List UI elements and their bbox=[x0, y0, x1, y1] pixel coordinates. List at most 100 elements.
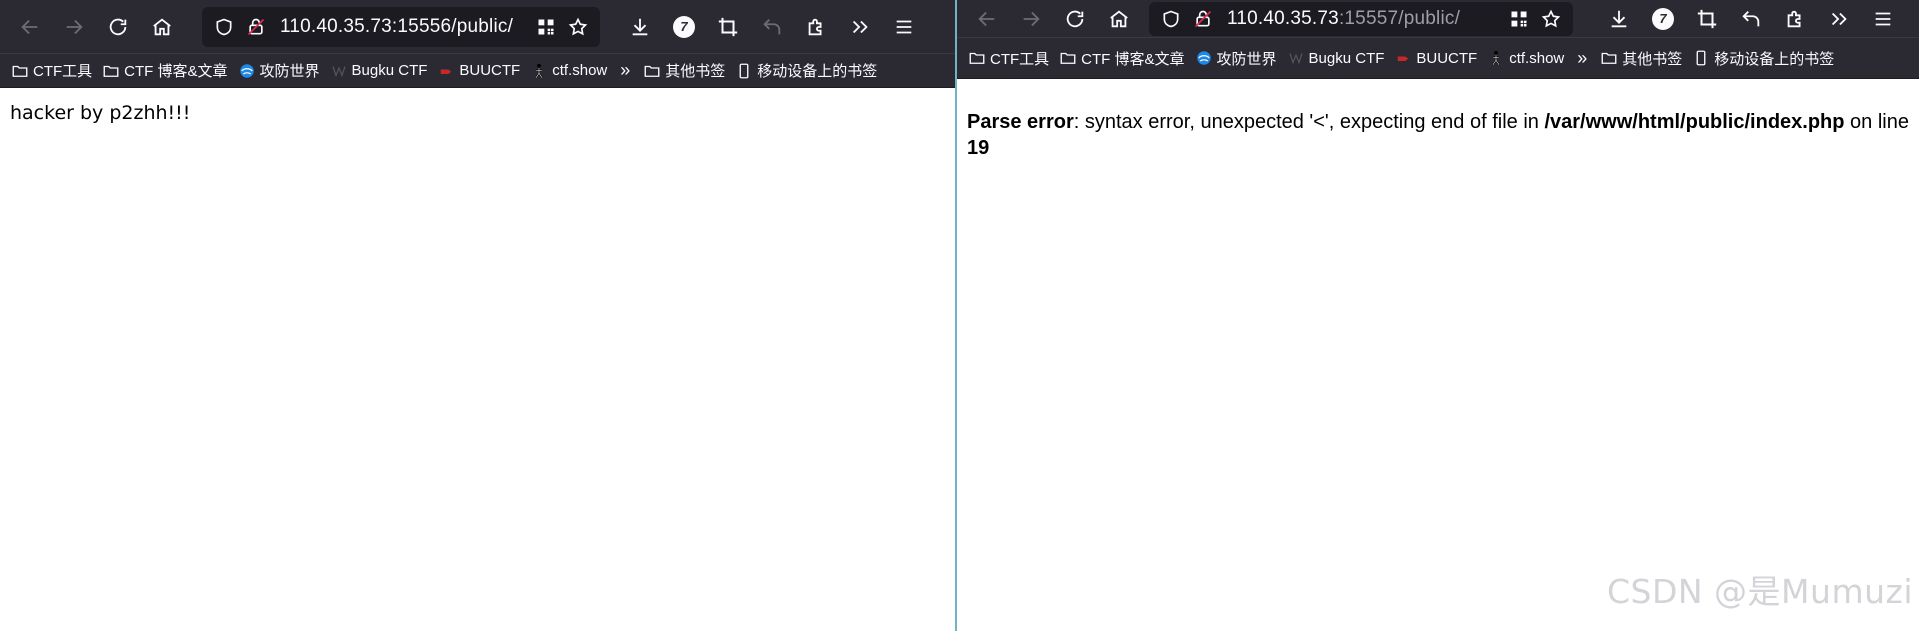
undo-icon bbox=[763, 18, 781, 34]
bookmark-bugku[interactable]: Bugku CTF bbox=[1282, 44, 1390, 72]
buuctf-logo-icon bbox=[437, 62, 455, 80]
arrow-right-icon bbox=[1023, 11, 1040, 26]
bookmark-ctf-blogs[interactable]: CTF 博客&文章 bbox=[97, 57, 232, 85]
insecure-lock-icon[interactable] bbox=[240, 11, 272, 43]
screenshot-button[interactable] bbox=[706, 7, 750, 47]
bookmark-adworld[interactable]: 攻防世界 bbox=[233, 57, 325, 85]
bookmark-label: 移动设备上的书签 bbox=[757, 63, 878, 80]
bookmark-buuctf[interactable]: BUUCTF bbox=[432, 57, 525, 85]
overflow-button[interactable] bbox=[838, 7, 882, 47]
bugku-logo-icon bbox=[1287, 49, 1305, 67]
menu-button[interactable] bbox=[1861, 0, 1905, 39]
ctfshow-logo-icon bbox=[530, 62, 548, 80]
extensions-button[interactable] bbox=[794, 7, 838, 47]
bookmark-label: CTF工具 bbox=[33, 63, 93, 80]
extension-badge-button[interactable]: 7 bbox=[1641, 0, 1685, 39]
reload-icon bbox=[109, 18, 127, 35]
address-bar[interactable]: 110.40.35.73:15556/public/ bbox=[202, 6, 600, 47]
extension-badge-button[interactable]: 7 bbox=[662, 7, 706, 47]
mobile-icon bbox=[735, 62, 753, 80]
url-text[interactable]: 110.40.35.73:15557/public/ bbox=[1219, 8, 1503, 30]
browser-window-right: 110.40.35.73:15557/public/ 7 CTF工具 CTF 博… bbox=[957, 0, 1919, 631]
qr-code-icon[interactable] bbox=[530, 11, 562, 43]
hamburger-icon bbox=[1875, 12, 1891, 25]
menu-button[interactable] bbox=[882, 7, 926, 47]
bookmark-other[interactable]: 其他书签 bbox=[1595, 44, 1687, 72]
bookmark-label: CTF 博客&文章 bbox=[1081, 50, 1185, 68]
nav-toolbar: 110.40.35.73:15557/public/ 7 bbox=[957, 0, 1919, 37]
home-button[interactable] bbox=[140, 7, 184, 47]
folder-icon bbox=[643, 62, 661, 80]
bookmark-mobile[interactable]: 移动设备上的书签 bbox=[730, 57, 882, 85]
back-button[interactable] bbox=[8, 7, 52, 47]
bookmark-label: 其他书签 bbox=[665, 63, 726, 80]
folder-icon bbox=[1059, 49, 1077, 67]
double-chevron-icon bbox=[852, 20, 868, 33]
home-button[interactable] bbox=[1097, 0, 1141, 39]
bookmark-label: Bugku CTF bbox=[351, 62, 428, 79]
bookmark-adworld[interactable]: 攻防世界 bbox=[1190, 44, 1282, 72]
download-icon bbox=[632, 18, 648, 35]
bookmark-label: 攻防世界 bbox=[259, 63, 320, 80]
download-icon bbox=[1611, 10, 1627, 27]
reload-button[interactable] bbox=[1053, 0, 1097, 39]
url-host: 110.40.35.73:15556/public/ bbox=[280, 15, 514, 37]
bookmark-ctf-tools[interactable]: CTF工具 bbox=[963, 44, 1054, 72]
reload-button[interactable] bbox=[96, 7, 140, 47]
bookmarks-overflow-button[interactable]: » bbox=[612, 57, 638, 85]
bookmark-bugku[interactable]: Bugku CTF bbox=[325, 57, 433, 85]
crop-icon bbox=[718, 17, 738, 36]
extension-badge: 7 bbox=[1652, 7, 1674, 30]
qr-code-icon[interactable] bbox=[1503, 3, 1535, 35]
downloads-button[interactable] bbox=[618, 7, 662, 47]
bookmark-label: 其他书签 bbox=[1622, 50, 1683, 68]
url-text[interactable]: 110.40.35.73:15556/public/ bbox=[272, 16, 530, 38]
downloads-button[interactable] bbox=[1597, 0, 1641, 39]
page-content: Parse error: syntax error, unexpected '<… bbox=[957, 79, 1919, 175]
star-bookmark-icon[interactable] bbox=[1535, 3, 1567, 35]
bookmark-label: ctf.show bbox=[552, 62, 608, 79]
shield-icon[interactable] bbox=[208, 11, 240, 43]
bookmark-ctfshow[interactable]: ctf.show bbox=[525, 57, 612, 85]
bookmark-label: ctf.show bbox=[1509, 49, 1565, 67]
puzzle-icon bbox=[1787, 10, 1801, 27]
arrow-right-icon bbox=[66, 19, 83, 34]
globe-logo-icon bbox=[1195, 49, 1213, 67]
forward-button[interactable] bbox=[1009, 0, 1053, 39]
undo-button[interactable] bbox=[1729, 0, 1773, 39]
browser-window-left: 110.40.35.73:15556/public/ 7 CTF工具 CTF 博… bbox=[0, 0, 955, 631]
hamburger-icon bbox=[896, 20, 912, 33]
arrow-left-icon bbox=[21, 19, 38, 34]
bookmark-ctfshow[interactable]: ctf.show bbox=[1482, 44, 1569, 72]
folder-icon bbox=[968, 49, 986, 67]
bookmarks-overflow-button[interactable]: » bbox=[1569, 44, 1595, 72]
extensions-button[interactable] bbox=[1773, 0, 1817, 39]
shield-icon[interactable] bbox=[1155, 3, 1187, 35]
undo-icon bbox=[1742, 10, 1760, 26]
arrow-left-icon bbox=[978, 11, 995, 26]
bookmark-mobile[interactable]: 移动设备上的书签 bbox=[1687, 44, 1839, 72]
bookmark-label: 攻防世界 bbox=[1216, 50, 1277, 68]
undo-button[interactable] bbox=[750, 7, 794, 47]
url-path: :15557/public/ bbox=[1338, 7, 1461, 29]
mobile-icon bbox=[1692, 49, 1710, 67]
nav-toolbar: 110.40.35.73:15556/public/ 7 bbox=[0, 0, 955, 53]
screenshot-button[interactable] bbox=[1685, 0, 1729, 39]
bookmarks-bar: CTF工具 CTF 博客&文章 攻防世界 Bugku CTF BUUCTF ct… bbox=[957, 37, 1919, 79]
bookmark-ctf-blogs[interactable]: CTF 博客&文章 bbox=[1054, 44, 1189, 72]
folder-icon bbox=[1600, 49, 1618, 67]
star-bookmark-icon[interactable] bbox=[562, 11, 594, 43]
insecure-lock-icon[interactable] bbox=[1187, 3, 1219, 35]
forward-button[interactable] bbox=[52, 7, 96, 47]
puzzle-icon bbox=[808, 18, 822, 35]
error-file: /var/www/html/public/index.php bbox=[1544, 111, 1845, 133]
bookmark-buuctf[interactable]: BUUCTF bbox=[1389, 44, 1482, 72]
back-button[interactable] bbox=[965, 0, 1009, 39]
bookmark-ctf-tools[interactable]: CTF工具 bbox=[6, 57, 97, 85]
bookmark-label: Bugku CTF bbox=[1308, 49, 1385, 67]
overflow-button[interactable] bbox=[1817, 0, 1861, 39]
bookmark-other[interactable]: 其他书签 bbox=[638, 57, 730, 85]
folder-icon bbox=[11, 62, 29, 80]
bookmark-label: CTF 博客&文章 bbox=[124, 63, 228, 80]
address-bar[interactable]: 110.40.35.73:15557/public/ bbox=[1149, 1, 1573, 36]
